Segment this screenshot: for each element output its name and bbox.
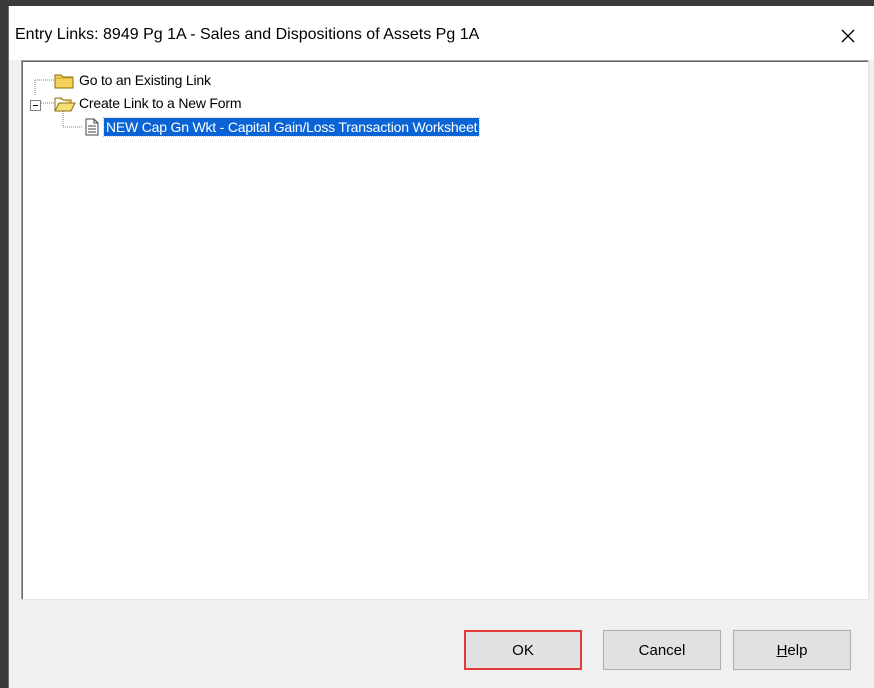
close-button[interactable]	[830, 20, 866, 52]
cancel-button[interactable]: Cancel	[603, 630, 721, 670]
desktop-background-left	[0, 0, 8, 688]
close-icon	[841, 29, 855, 43]
window-title: Entry Links: 8949 Pg 1A - Sales and Disp…	[15, 26, 480, 43]
link-tree-view[interactable]: Go to an Existing Link Create Link to a …	[21, 60, 869, 600]
title-bar[interactable]: Entry Links: 8949 Pg 1A - Sales and Disp…	[9, 6, 874, 60]
tree-node-new-cap-gn-wkt[interactable]: NEW Cap Gn Wkt - Capital Gain/Loss Trans…	[102, 117, 481, 137]
help-button[interactable]: Help	[733, 630, 851, 670]
entry-links-dialog: Entry Links: 8949 Pg 1A - Sales and Disp…	[8, 6, 874, 688]
help-mnemonic: H	[776, 641, 788, 659]
ok-button[interactable]: OK	[464, 630, 582, 670]
help-label-rest: elp	[787, 641, 808, 659]
closed-folder-icon	[54, 72, 74, 94]
document-icon	[84, 118, 100, 141]
collapse-expander-icon[interactable]	[30, 98, 41, 116]
tree-node-create-link[interactable]: Create Link to a New Form	[79, 94, 241, 112]
tree-node-existing-link[interactable]: Go to an Existing Link	[79, 71, 211, 89]
open-folder-icon	[54, 95, 76, 117]
